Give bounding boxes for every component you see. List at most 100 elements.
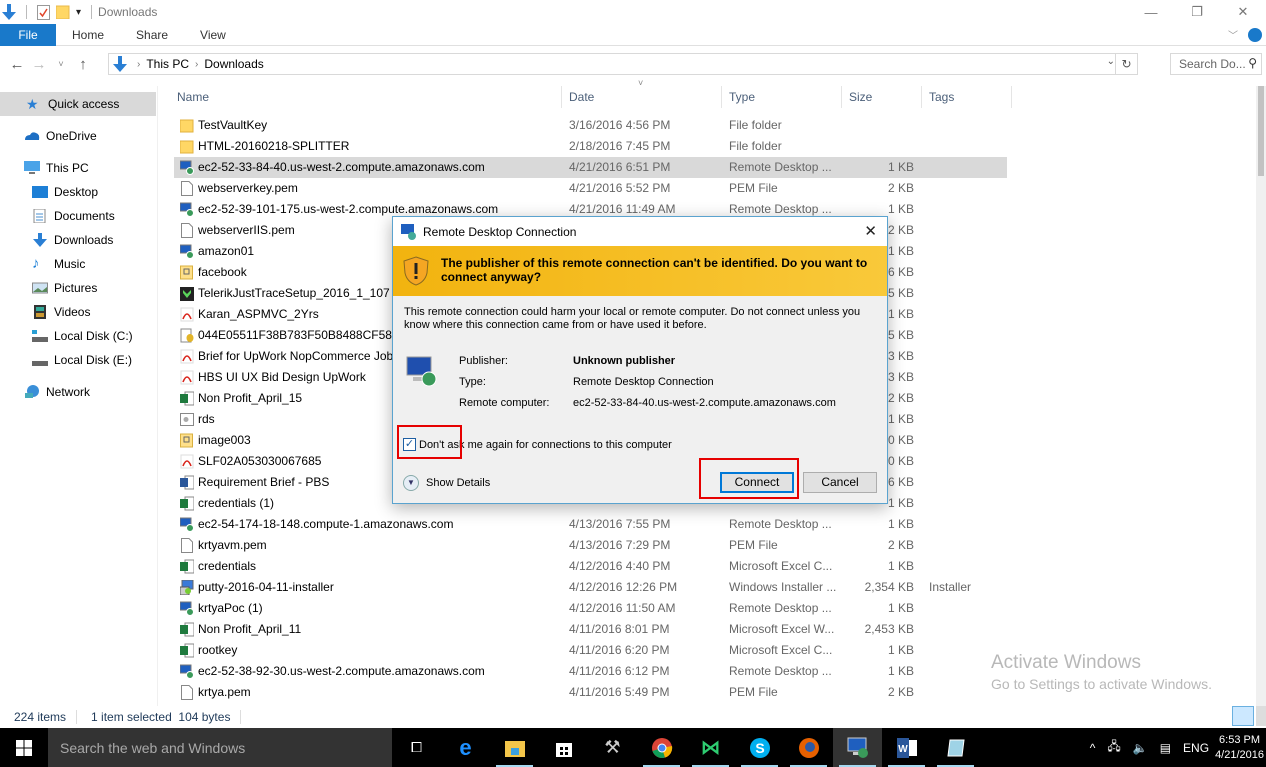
sidebar-item-onedrive[interactable]: OneDrive [0, 124, 156, 148]
taskbar-file-explorer[interactable] [490, 728, 539, 767]
publisher-value: Unknown publisher [573, 355, 676, 367]
download-arrow-icon [33, 233, 47, 247]
up-arrow-icon[interactable]: ↑ [72, 56, 94, 73]
sidebar-item-label: OneDrive [46, 129, 97, 143]
taskbar-store[interactable] [539, 728, 588, 767]
search-input[interactable]: Search Do... ⚲ [1170, 53, 1262, 75]
edge-icon: e [459, 734, 472, 760]
sidebar-item-this-pc[interactable]: This PC [0, 156, 156, 180]
refresh-icon[interactable]: ↻ [1115, 54, 1137, 74]
sidebar-item-desktop[interactable]: Desktop [0, 180, 156, 204]
show-details-label[interactable]: Show Details [426, 477, 490, 489]
large-icons-view-button[interactable] [1256, 706, 1266, 726]
breadcrumb-this-pc[interactable]: This PC [146, 57, 189, 71]
taskbar-search-input[interactable]: Search the web and Windows [48, 728, 392, 767]
tab-view[interactable]: View [184, 24, 242, 46]
file-type: Remote Desktop ... [729, 601, 832, 615]
dialog-close-icon[interactable]: ✕ [864, 222, 877, 240]
file-name: ec2-54-174-18-148.compute-1.amazonaws.co… [198, 517, 454, 531]
column-header-size[interactable]: Size [844, 86, 922, 108]
restore-button[interactable]: ❐ [1174, 0, 1220, 24]
column-header-date[interactable]: Date [564, 86, 722, 108]
show-details-toggle[interactable]: ▼ Show Details [403, 475, 490, 491]
file-row[interactable]: ec2-54-174-18-148.compute-1.amazonaws.co… [174, 514, 1007, 535]
show-hidden-icons[interactable]: ^ [1090, 741, 1096, 755]
warning-shield-icon [403, 256, 429, 286]
sidebar-item-quick-access[interactable]: ★ Quick access [0, 92, 156, 116]
language-indicator[interactable]: ENG [1183, 741, 1209, 755]
file-row[interactable]: ec2-52-38-92-30.us-west-2.compute.amazon… [174, 661, 1007, 682]
recent-locations-icon[interactable]: ˅ [50, 59, 72, 69]
start-button[interactable] [0, 728, 48, 767]
column-header-name[interactable]: Name [172, 86, 562, 108]
sidebar-item-documents[interactable]: Documents [0, 204, 156, 228]
network-status-icon[interactable]: 🖧 [1107, 737, 1120, 758]
file-row[interactable]: krtya.pem 4/11/2016 5:49 PM PEM File 2 KB [174, 682, 1007, 703]
new-folder-icon[interactable] [56, 5, 70, 19]
breadcrumb-downloads[interactable]: Downloads [204, 57, 263, 71]
taskbar-chrome[interactable] [637, 728, 686, 767]
desktop-icon [32, 186, 48, 198]
action-center-icon[interactable]: ▤ [1160, 741, 1171, 755]
taskbar-firefox[interactable] [784, 728, 833, 767]
taskbar-tools[interactable]: ⚒ [588, 728, 637, 767]
highlight-box-checkbox [397, 425, 462, 459]
cancel-button[interactable]: Cancel [803, 472, 877, 493]
taskbar-edge[interactable]: e [441, 728, 490, 767]
status-bar: 224 items 1 item selected 104 bytes [0, 706, 1266, 728]
taskbar-visual-studio[interactable]: ⋈ [686, 728, 735, 767]
properties-icon[interactable] [37, 4, 50, 20]
customize-toolbar-icon[interactable]: ▾ [76, 7, 81, 18]
item-count: 224 items [14, 710, 67, 724]
pdf-icon [180, 370, 194, 385]
expand-ribbon-icon[interactable]: ﹀ [1228, 27, 1238, 42]
tab-file[interactable]: File [0, 23, 56, 46]
chevron-down-icon[interactable]: ⌄ [1107, 56, 1115, 67]
column-header-type[interactable]: Type [724, 86, 842, 108]
close-button[interactable]: ✕ [1220, 0, 1266, 24]
address-bar[interactable]: › This PC › Downloads ⌄ ↻ [108, 53, 1138, 75]
file-row[interactable]: krtyavm.pem 4/13/2016 7:29 PM PEM File 2 KB [174, 535, 1007, 556]
file-size: 1 KB [887, 643, 914, 657]
scrollbar-thumb[interactable] [1258, 86, 1264, 176]
file-date: 4/21/2016 6:51 PM [569, 160, 671, 174]
back-arrow-icon[interactable]: ← [6, 56, 28, 73]
details-view-button[interactable] [1232, 706, 1254, 726]
divider [26, 5, 27, 19]
file-row[interactable]: putty-2016-04-11-installer 4/12/2016 12:2… [174, 577, 1007, 598]
file-row[interactable]: rootkey 4/11/2016 6:20 PM Microsoft Excel … [174, 640, 1007, 661]
file-row[interactable]: webserverkey.pem 4/21/2016 5:52 PM PEM Fil… [174, 178, 1007, 199]
clock[interactable]: 6:53 PM 4/21/2016 [1215, 733, 1264, 763]
file-row[interactable]: Non Profit_April_11 4/11/2016 8:01 PM Micr… [174, 619, 1007, 640]
task-view-button[interactable]: ⧠ [392, 728, 441, 767]
minimize-button[interactable]: — [1128, 0, 1174, 24]
file-row[interactable]: ec2-52-33-84-40.us-west-2.compute.amazon… [174, 157, 1007, 178]
sidebar-item-network[interactable]: Network [0, 380, 156, 404]
file-row[interactable]: krtyaPoc (1) 4/12/2016 11:50 AM Remote Des… [174, 598, 1007, 619]
tab-home[interactable]: Home [56, 24, 120, 46]
sidebar-item-pictures[interactable]: Pictures [0, 276, 156, 300]
drive-icon [32, 361, 48, 366]
svg-text:W: W [898, 744, 908, 755]
sidebar-item-local-disk-c[interactable]: Local Disk (C:) [0, 324, 156, 348]
file-row[interactable]: HTML-20160218-SPLITTER 2/18/2016 7:45 PM F… [174, 136, 1007, 157]
tab-share[interactable]: Share [120, 24, 184, 46]
taskbar-remote-desktop[interactable] [833, 728, 882, 767]
taskbar-skype[interactable]: S [735, 728, 784, 767]
sidebar-item-videos[interactable]: Videos [0, 300, 156, 324]
remote-computer-value: ec2-52-33-84-40.us-west-2.compute.amazon… [573, 397, 836, 409]
sidebar-item-downloads[interactable]: Downloads [0, 228, 156, 252]
column-header-tags[interactable]: Tags [924, 86, 1012, 108]
volume-icon[interactable]: 🔈 [1133, 741, 1148, 755]
sidebar-item-local-disk-e[interactable]: Local Disk (E:) [0, 348, 156, 372]
forward-arrow-icon[interactable]: → [28, 56, 50, 73]
taskbar-notepad[interactable] [931, 728, 980, 767]
vertical-scrollbar[interactable] [1256, 86, 1266, 706]
expand-details-icon[interactable]: ▼ [403, 475, 419, 491]
taskbar-word[interactable]: W [882, 728, 931, 767]
sidebar-item-music[interactable]: ♪ Music [0, 252, 156, 276]
file-row[interactable]: credentials 4/12/2016 4:40 PM Microsoft Ex… [174, 556, 1007, 577]
help-icon[interactable] [1248, 27, 1262, 42]
file-row[interactable]: TestVaultKey 3/16/2016 4:56 PM File folder [174, 115, 1007, 136]
download-arrow-icon [113, 56, 127, 72]
